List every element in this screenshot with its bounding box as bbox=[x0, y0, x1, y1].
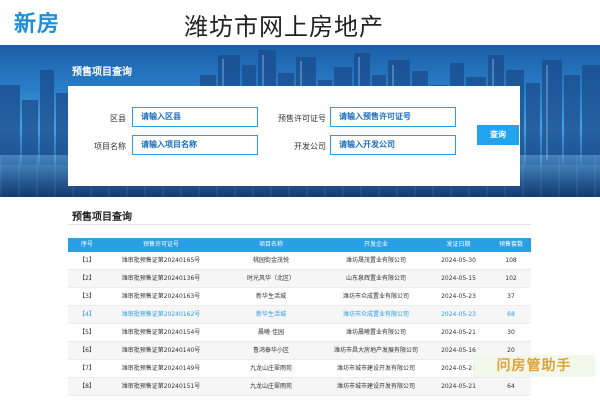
logo-text[interactable]: 新房 bbox=[14, 6, 60, 38]
permit-input[interactable]: 请输入预售许可证号 bbox=[330, 107, 456, 127]
cell-date: 2024-05-21 bbox=[441, 383, 476, 390]
cell-date: 2024-05-21 bbox=[441, 329, 476, 336]
cell-index: 【7】 bbox=[79, 365, 95, 372]
cell-permit: 潍审批预售证第20240163号 bbox=[121, 293, 201, 300]
table-row[interactable]: 【1】 潍审批预售证第20240165号 桃园街金茂悦 潍坊晟茂置业有限公司 2… bbox=[68, 252, 531, 270]
cell-developer: 潍坊晟茂置业有限公司 bbox=[345, 257, 406, 264]
table-row[interactable]: 【2】 潍审批预售证第20240136号 时光风华（北区） 山东泉辉置业有限公司… bbox=[68, 270, 531, 288]
cell-permit: 潍审批预售证第20240136号 bbox=[121, 275, 201, 282]
table-row[interactable]: 【8】 潍审批预售证第20240151号 九龙山庄翠雨苑 潍坊市城市建设开发有限… bbox=[68, 378, 531, 396]
header-index: 序号 bbox=[80, 241, 93, 248]
cell-permit: 潍审批预售证第20240165号 bbox=[121, 257, 201, 264]
cell-permit: 潍审批预售证第20240162号 bbox=[121, 311, 201, 318]
section-divider bbox=[68, 224, 531, 225]
cell-project[interactable]: 九龙山庄翠雨苑 bbox=[216, 378, 326, 395]
permit-label: 预售许可证号 bbox=[278, 114, 326, 123]
cell-permit: 潍审批预售证第20240154号 bbox=[121, 329, 201, 336]
section-title: 预售项目查询 bbox=[72, 212, 132, 223]
table-row[interactable]: 【7】 潍审批预售证第20240149号 九龙山庄翠雨苑 潍坊市城市建设开发有限… bbox=[68, 360, 531, 378]
cell-date: 2024-05-23 bbox=[441, 293, 476, 300]
table-row-highlighted[interactable]: 【4】 潍审批预售证第20240162号 新华生活城 潍坊市众成置业有限公司 2… bbox=[68, 306, 531, 324]
cell-permit: 潍审批预售证第20240149号 bbox=[121, 365, 201, 372]
cell-project[interactable]: 鲁鸿泰华小区 bbox=[216, 342, 326, 359]
cell-units: 37 bbox=[507, 293, 515, 300]
cell-permit: 潍审批预售证第20240151号 bbox=[121, 383, 201, 390]
cell-developer: 潍坊市城市建设开发有限公司 bbox=[336, 383, 415, 390]
developer-input[interactable]: 请输入开发公司 bbox=[330, 135, 456, 155]
cell-units: 108 bbox=[505, 257, 517, 264]
cell-project[interactable]: 晨曦·佳园 bbox=[216, 324, 326, 341]
cell-developer: 潍坊晨曦置业有限公司 bbox=[345, 329, 406, 336]
header-date: 发证日期 bbox=[446, 241, 471, 248]
project-label: 项目名称 bbox=[94, 142, 126, 151]
cell-date: 2024-05-23 bbox=[441, 311, 476, 318]
cell-project[interactable]: 新华生活城 bbox=[216, 306, 326, 323]
cell-index: 【5】 bbox=[79, 329, 95, 336]
cell-project[interactable]: 新华生活城 bbox=[216, 288, 326, 305]
cell-date: 2024-05-15 bbox=[441, 275, 476, 282]
cell-project[interactable]: 桃园街金茂悦 bbox=[216, 252, 326, 269]
cell-date: 2024-05-30 bbox=[441, 257, 476, 264]
cell-developer: 潍坊市众成置业有限公司 bbox=[342, 311, 409, 318]
header-developer: 开发企业 bbox=[363, 241, 388, 248]
table-row[interactable]: 【3】 潍审批预售证第20240163号 新华生活城 潍坊市众成置业有限公司 2… bbox=[68, 288, 531, 306]
table-header: 序号 预售许可证号 项目名称 开发企业 发证日期 预售套数 bbox=[68, 238, 531, 252]
cell-developer: 潍坊市昌大房地产发展有限公司 bbox=[333, 347, 418, 354]
table-row[interactable]: 【6】 潍审批预售证第20240140号 鲁鸿泰华小区 潍坊市昌大房地产发展有限… bbox=[68, 342, 531, 360]
cell-index: 【6】 bbox=[79, 347, 95, 354]
district-label: 区县 bbox=[110, 114, 126, 123]
search-button[interactable]: 查询 bbox=[477, 125, 519, 145]
header-units: 预售套数 bbox=[498, 241, 523, 248]
presale-table: 序号 预售许可证号 项目名称 开发企业 发证日期 预售套数 【1】 潍审批预售证… bbox=[68, 238, 531, 396]
cell-units: 64 bbox=[507, 383, 515, 390]
cell-index: 【4】 bbox=[79, 311, 95, 318]
cell-units: 68 bbox=[507, 311, 515, 318]
watermark-text: 问房管助手 bbox=[473, 355, 595, 377]
district-input[interactable]: 请输入区县 bbox=[132, 107, 258, 127]
header-project: 项目名称 bbox=[258, 241, 283, 248]
cell-developer: 山东泉辉置业有限公司 bbox=[345, 275, 406, 282]
site-title: 潍坊市网上房地产 bbox=[184, 13, 384, 41]
cell-index: 【1】 bbox=[79, 257, 95, 264]
cell-permit: 潍审批预售证第20240140号 bbox=[121, 347, 201, 354]
cell-project[interactable]: 九龙山庄翠雨苑 bbox=[216, 360, 326, 377]
top-header: 新房 潍坊市网上房地产 bbox=[0, 0, 600, 45]
project-input[interactable]: 请输入项目名称 bbox=[132, 135, 258, 155]
header-permit: 预售许可证号 bbox=[142, 241, 179, 248]
banner-title: 预售项目查询 bbox=[72, 67, 132, 78]
table-row[interactable]: 【5】 潍审批预售证第20240154号 晨曦·佳园 潍坊晨曦置业有限公司 20… bbox=[68, 324, 531, 342]
cell-index: 【2】 bbox=[79, 275, 95, 282]
cell-index: 【8】 bbox=[79, 383, 95, 390]
cell-index: 【3】 bbox=[79, 293, 95, 300]
cell-units: 102 bbox=[505, 275, 517, 282]
developer-label: 开发公司 bbox=[294, 142, 326, 151]
cell-developer: 潍坊市众成置业有限公司 bbox=[342, 293, 409, 300]
cell-developer: 潍坊市城市建设开发有限公司 bbox=[336, 365, 415, 372]
cell-units: 30 bbox=[507, 329, 515, 336]
cell-project[interactable]: 时光风华（北区） bbox=[216, 270, 326, 287]
